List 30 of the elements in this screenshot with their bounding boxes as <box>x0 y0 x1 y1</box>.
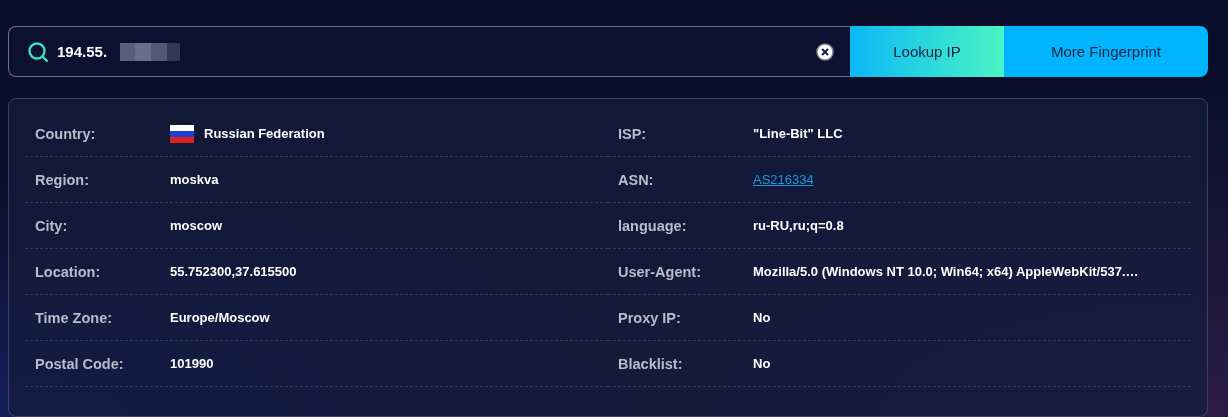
field-label: User-Agent: <box>617 263 702 280</box>
field-label: Location: <box>34 263 102 280</box>
clear-icon[interactable] <box>816 42 834 61</box>
field-value: No <box>753 310 771 325</box>
field-label: Country: <box>34 125 97 142</box>
field-label: Postal Code: <box>34 355 125 372</box>
field-value: moscow <box>170 218 222 233</box>
field-value: "Line-Bit" LLC <box>753 126 843 141</box>
field-value: Russian Federation <box>204 126 325 141</box>
field-label: Proxy IP: <box>617 309 682 326</box>
field-value: No <box>753 356 771 371</box>
field-value: Europe/Moscow <box>170 310 270 325</box>
field-value: moskva <box>170 172 219 187</box>
action-button[interactable]: More Fingerprint <box>1004 26 1208 77</box>
field-value: 101990 <box>170 356 214 371</box>
field-label: language: <box>617 217 688 234</box>
asn-link[interactable]: AS216334 <box>753 172 814 187</box>
field-label: ASN: <box>617 171 655 188</box>
field-label: Region: <box>34 171 90 188</box>
field-label: Blacklist: <box>617 355 684 372</box>
field-label: City: <box>34 217 69 234</box>
field-value: Mozilla/5.0 (Windows NT 10.0; Win64; x64) AppleWebKit/537.… <box>753 264 1139 279</box>
ip-input[interactable]: 194.55. <box>57 43 112 60</box>
field-value: ru-RU,ru;q=0.8 <box>753 218 844 233</box>
search-icon <box>27 40 49 63</box>
field-value: 55.752300,37.615500 <box>170 264 297 279</box>
flag-icon <box>170 124 194 143</box>
field-label: Time Zone: <box>34 309 114 326</box>
field-label: ISP: <box>617 125 648 142</box>
action-button[interactable]: Lookup IP <box>850 26 1004 77</box>
